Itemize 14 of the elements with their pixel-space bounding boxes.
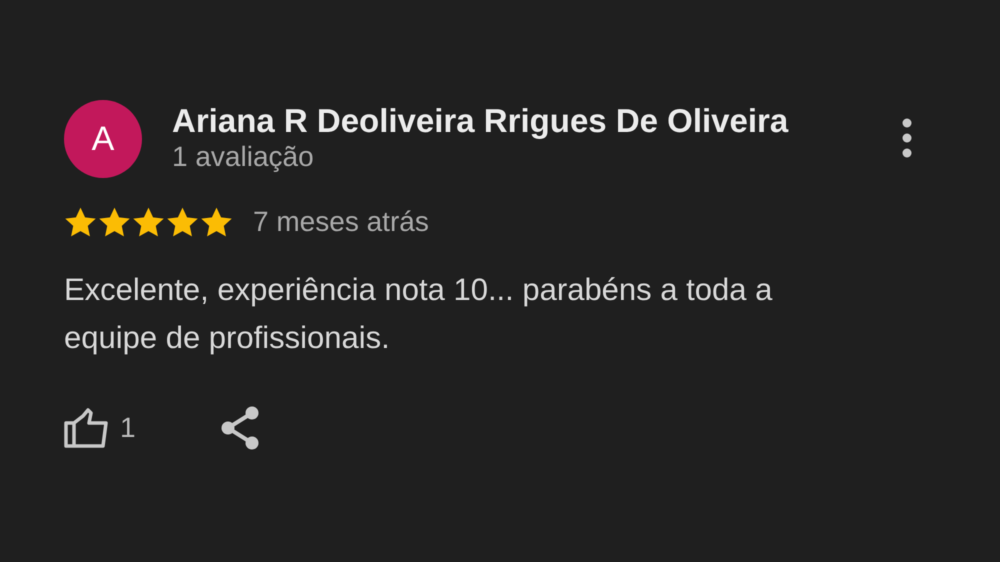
review-count: 1 avaliação [172,140,315,174]
review-text: Excelente, experiência nota 10... parabéns a toda a equipe de profissionais. [64,271,774,357]
author-name: Ariana R Deoliveira Rrigues De Oliveira [172,102,790,140]
star-icon [132,206,165,238]
review-date: 7 meses atrás [253,206,429,238]
avatar: A [64,100,142,178]
share-icon[interactable] [220,406,260,450]
star-icon [200,206,233,238]
thumbs-up-icon [64,408,110,448]
star-icon [98,206,131,238]
more-options-icon[interactable] [902,118,912,158]
star-icon [64,206,97,238]
like-button[interactable]: 1 [64,408,136,448]
star-icon [166,206,199,238]
